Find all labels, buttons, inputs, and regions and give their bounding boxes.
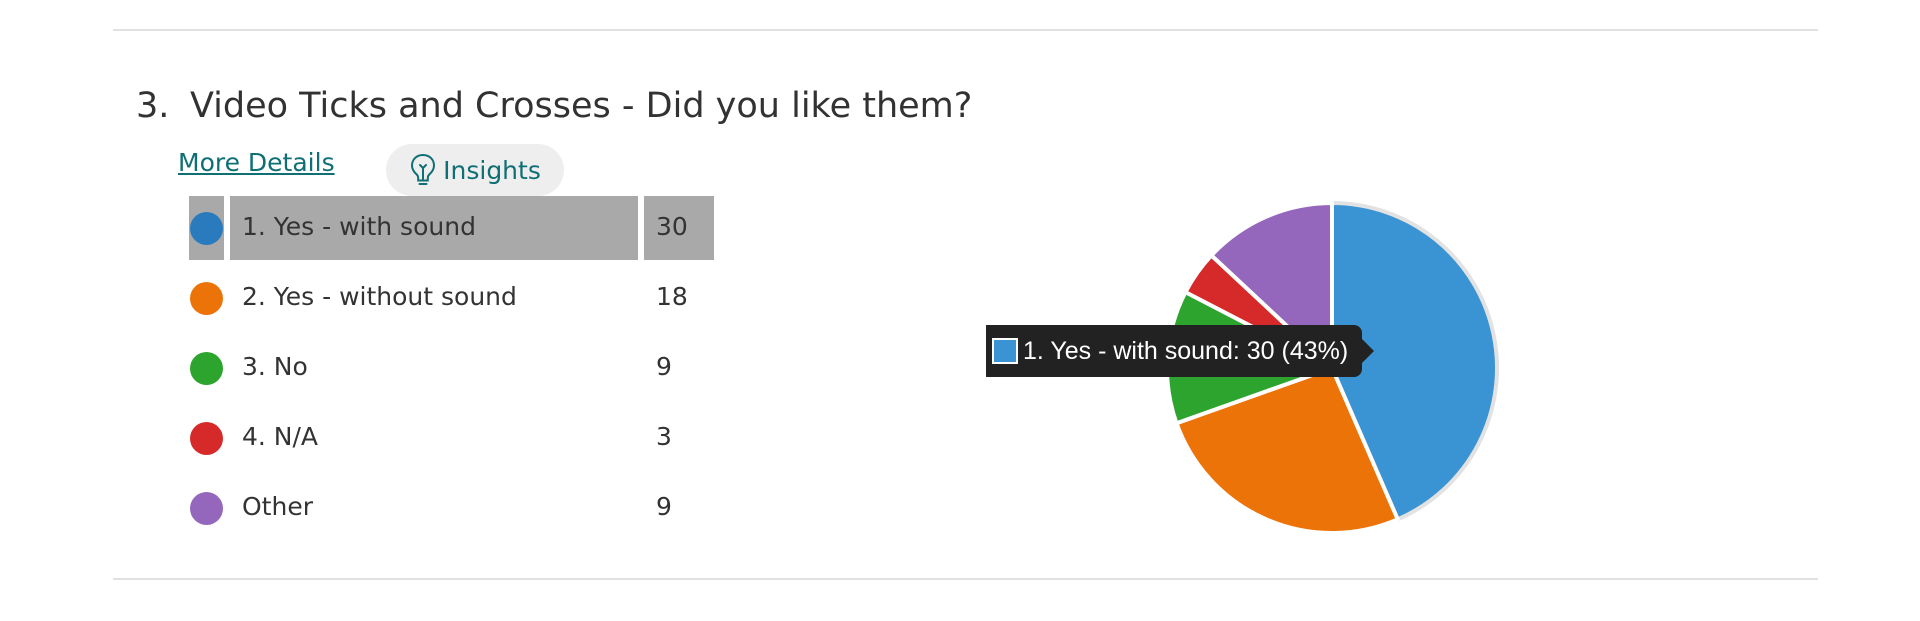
pie-chart bbox=[1165, 201, 1499, 535]
bottom-divider bbox=[113, 578, 1818, 580]
tooltip-swatch bbox=[992, 338, 1018, 364]
tooltip-text: 1. Yes - with sound: 30 (43%) bbox=[1023, 336, 1349, 365]
chart-tooltip: 1. Yes - with sound: 30 (43%) bbox=[986, 325, 1375, 377]
